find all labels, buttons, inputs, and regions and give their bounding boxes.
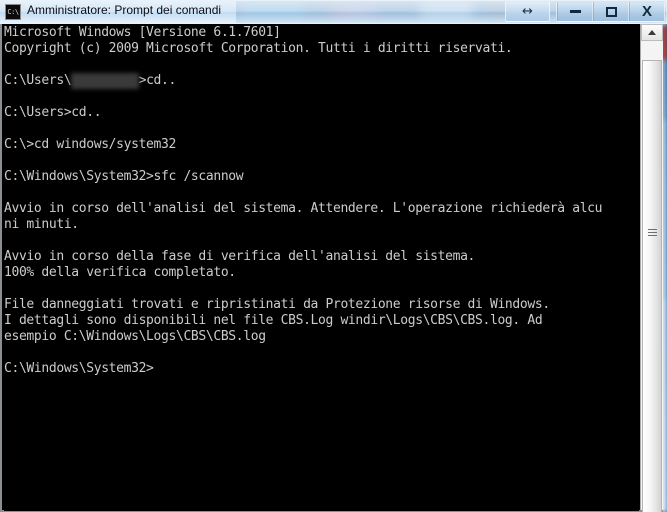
minimize-button[interactable] — [557, 2, 593, 21]
window-title: Amministratore: Prompt dei comandi — [27, 3, 222, 17]
console-frame: Microsoft Windows [Versione 6.1.7601] Cop… — [0, 24, 663, 512]
console-line: Avvio in corso della fase di verifica de… — [4, 249, 476, 264]
scrollbar-track[interactable] — [641, 41, 663, 512]
chevron-up-icon — [648, 30, 656, 35]
console-line-prefix: C:\Users\ — [4, 73, 72, 88]
console-line: 100% della verifica completato. — [4, 265, 236, 280]
console-line: C:\>cd windows/system32 — [4, 137, 176, 152]
console-line: Microsoft Windows [Versione 6.1.7601] — [4, 25, 281, 40]
scroll-thumb[interactable] — [642, 60, 662, 512]
close-button[interactable]: X — [629, 2, 664, 21]
console-line: File danneggiati trovati e ripristinati … — [4, 297, 550, 312]
window-controls: X — [556, 1, 665, 22]
maximize-button[interactable] — [593, 2, 629, 21]
command-prompt-window: C:\ Amministratore: Prompt dei comandi ↔… — [0, 0, 667, 512]
console-line: Avvio in corso dell'analisi del sistema.… — [4, 201, 603, 216]
console-line: ni minuti. — [4, 217, 79, 232]
scroll-up-arrow[interactable] — [641, 24, 663, 41]
scroll-thumb-grip-icon — [647, 229, 657, 238]
console-scrollbar[interactable] — [640, 24, 663, 512]
console-line: C:\Windows\System32>sfc /scannow — [4, 169, 244, 184]
console-line: C:\Users\lossantos>cd.. — [4, 73, 639, 89]
console-line-suffix: >cd.. — [138, 73, 177, 88]
console-line: C:\Users>cd.. — [4, 105, 102, 120]
console-line: Copyright (c) 2009 Microsoft Corporation… — [4, 41, 513, 56]
maximize-icon — [605, 6, 617, 17]
console-line: esempio C:\Windows\Logs\CBS\CBS.log — [4, 329, 266, 344]
redacted-username: lossantos — [71, 73, 139, 89]
console-line: I dettagli sono disponibili nel file CBS… — [4, 313, 543, 328]
console-output[interactable]: Microsoft Windows [Versione 6.1.7601] Cop… — [4, 24, 639, 511]
command-prompt-icon: C:\ — [5, 4, 21, 20]
minimize-icon — [569, 10, 581, 13]
screen: C:\ Amministratore: Prompt dei comandi ↔… — [0, 0, 667, 512]
resize-arrows-icon[interactable]: ↔ — [505, 1, 550, 22]
close-icon: X — [641, 3, 652, 20]
console-line: C:\Windows\System32> — [4, 361, 154, 376]
